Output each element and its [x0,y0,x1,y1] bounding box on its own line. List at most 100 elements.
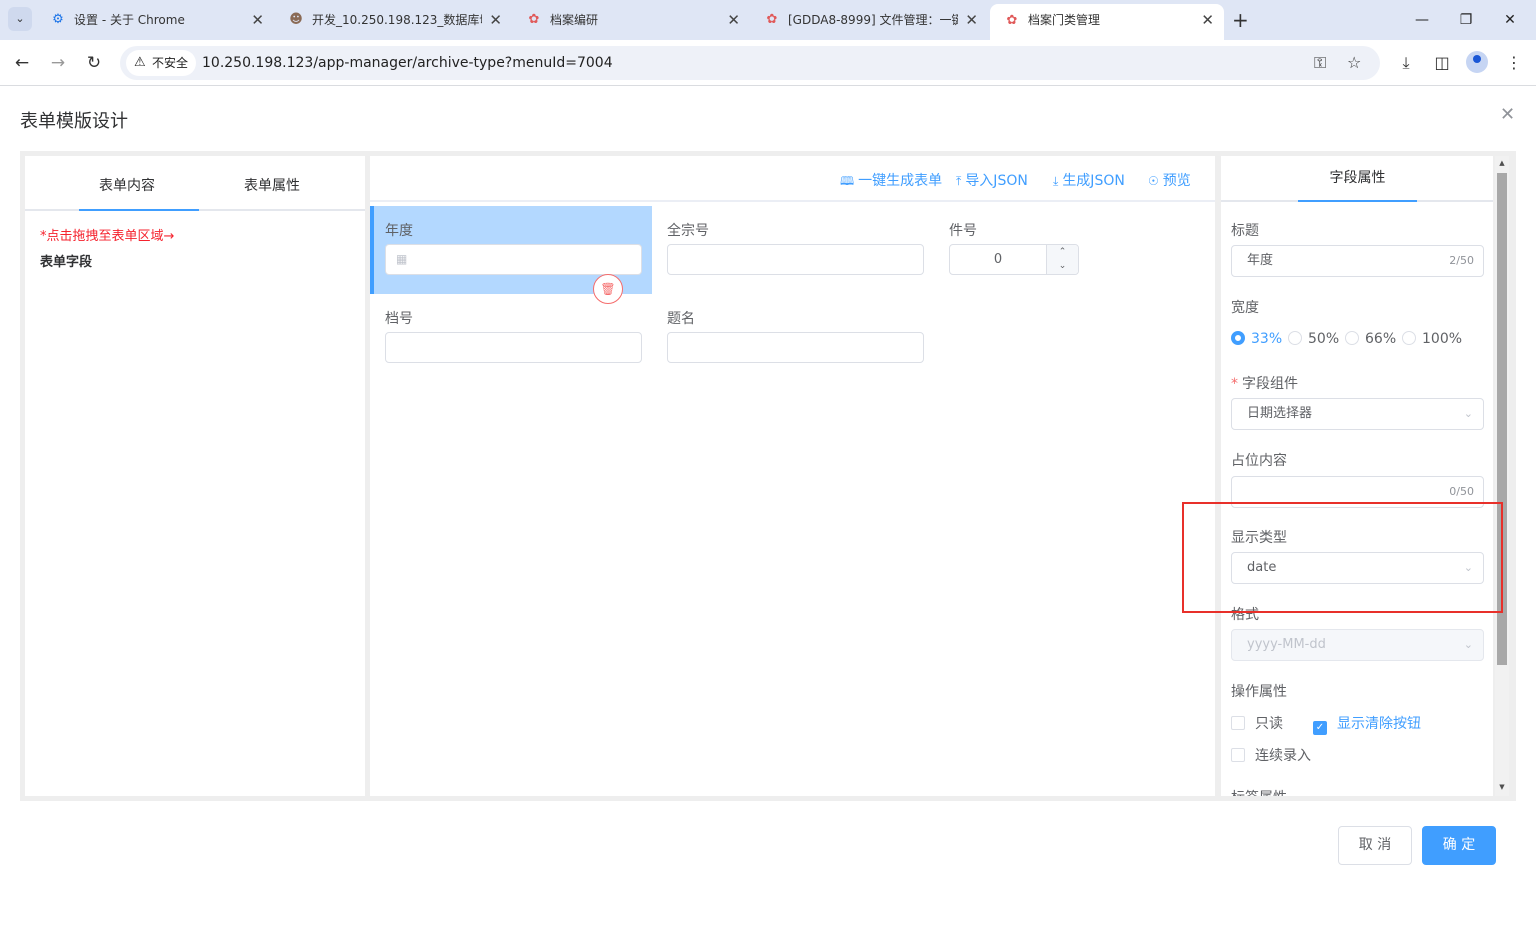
component-label: * 字段组件 [1231,376,1298,392]
radio-dot [1231,331,1245,345]
generate-form-button[interactable]: 🕮 一键生成表单 [840,170,942,193]
tab-title: 开发_10.250.198.123_数据库切 [312,13,482,27]
text-input[interactable] [667,332,924,363]
title-value: 年度 [1247,253,1274,268]
warning-icon: ⚠ [134,55,146,70]
app-logo-icon: ✿ [766,12,778,27]
tab-title: 设置 - 关于 Chrome [74,13,185,27]
stepper-value: 0 [993,252,1003,267]
browser-tab-archive-category[interactable]: ✿ 档案门类管理 ✕ [990,4,1224,40]
width-radio-50[interactable]: 50% [1288,331,1339,347]
browser-tab-settings[interactable]: ⚙ 设置 - 关于 Chrome ✕ [36,0,274,40]
decrease-icon[interactable]: ⌄ [1046,259,1078,274]
key-icon[interactable]: ⚿ [1314,53,1326,73]
check-icon: ✓ [1313,721,1327,735]
reload-icon[interactable]: ↻ [82,51,106,75]
import-json-button[interactable]: ⤒ 导入JSON [956,170,1028,190]
active-tab-indicator [79,209,199,211]
tab-form-properties[interactable]: 表单属性 [197,156,347,211]
canvas-toolbar: 🕮 一键生成表单 ⤒ 导入JSON ⤓ 生成JSON ☉ 预览 [370,156,1215,202]
star-icon[interactable]: ☆ [1347,53,1361,73]
number-stepper[interactable]: 0 ⌃ ⌄ [949,244,1079,275]
checkbox-box [1231,716,1245,730]
tab-search-chevron-icon[interactable]: ⌄ [8,7,32,31]
app-logo-icon: ✿ [1006,13,1018,28]
tab-title: 档案门类管理 [1028,13,1101,27]
radio-dot [1345,331,1359,345]
field-label: 全宗号 [667,223,709,239]
preview-button[interactable]: ☉ 预览 [1148,170,1191,190]
profile-avatar[interactable] [1466,51,1488,73]
close-icon[interactable]: ✕ [1500,104,1515,125]
menu-icon[interactable]: ⋮ [1502,51,1526,75]
download-icon[interactable]: ⤓ [1394,51,1418,75]
properties-scrollbar[interactable]: ▲ ▼ [1495,156,1509,796]
field-label: 件号 [949,223,977,239]
width-radio-33[interactable]: 33% [1231,331,1282,347]
continuous-entry-checkbox[interactable]: 连续录入 [1231,745,1311,765]
required-mark: * [1231,376,1238,392]
form-item-year[interactable]: 年度 ▦ 🗑 [370,206,652,304]
form-item-fonds[interactable]: 全宗号 [652,206,934,294]
address-bar[interactable]: ⚠ 不安全 10.250.198.123/app-manager/archive… [120,46,1380,80]
title-label: 标题 [1231,223,1259,239]
browser-tab-strip: ⌄ ⚙ 设置 - 关于 Chrome ✕ ☻ 开发_10.250.198.123… [0,0,1536,40]
back-icon[interactable]: ← [10,51,34,75]
browser-tab-gdda[interactable]: ✿ [GDDA8-8999] 文件管理：一键 ✕ [750,0,988,40]
component-value: 日期选择器 [1247,406,1313,421]
book-icon: 🕮 [840,174,855,188]
minimize-icon[interactable]: — [1402,0,1442,40]
tag-properties-label: 标签属性 [1231,787,1287,796]
scroll-down-icon[interactable]: ▼ [1495,780,1509,794]
close-icon[interactable]: ✕ [965,0,978,40]
scroll-up-icon[interactable]: ▲ [1495,156,1509,170]
tab-field-properties[interactable]: 字段属性 [1298,156,1417,202]
gear-icon: ⚙ [52,12,64,27]
radio-dot [1288,331,1302,345]
eye-icon: ☉ [1148,174,1159,188]
field-properties-panel: 字段属性 标题 年度 2/50 宽度 33% 50% 66% 100% * 字段组… [1221,156,1493,796]
cancel-button[interactable]: 取 消 [1338,826,1412,865]
component-select[interactable]: 日期选择器 ⌄ [1231,398,1484,430]
radio-dot [1402,331,1416,345]
generate-json-button[interactable]: ⤓ 生成JSON [1053,170,1125,190]
side-panel-icon[interactable]: ◫ [1430,51,1454,75]
browser-tab-database[interactable]: ☻ 开发_10.250.198.123_数据库切 ✕ [274,0,512,40]
confirm-button[interactable]: 确 定 [1422,826,1496,865]
close-icon[interactable]: ✕ [489,0,502,40]
tab-title: 档案编研 [550,13,599,27]
form-item-subject[interactable]: 题名 [652,294,934,382]
url-text[interactable]: 10.250.198.123/app-manager/archive-type?… [202,46,613,80]
tab-title: [GDDA8-8999] 文件管理：一键 [788,13,958,27]
app-logo-icon: ✿ [528,12,540,27]
field-label: 档号 [385,311,413,327]
security-chip[interactable]: ⚠ 不安全 [126,50,197,76]
close-icon[interactable]: ✕ [251,0,264,40]
close-icon[interactable]: ✕ [727,0,740,40]
width-label: 宽度 [1231,300,1259,316]
clearable-checkbox[interactable]: ✓ 显示清除按钮 [1313,713,1421,735]
restore-icon[interactable]: ❐ [1446,0,1486,40]
browser-tab-archive-research[interactable]: ✿ 档案编研 ✕ [512,0,750,40]
char-counter: 2/50 [1449,254,1474,267]
placeholder-label: 占位内容 [1231,453,1287,469]
forward-icon[interactable]: → [46,51,70,75]
width-radio-100[interactable]: 100% [1402,331,1462,347]
width-radio-66[interactable]: 66% [1345,331,1396,347]
text-input[interactable] [667,244,924,275]
format-select[interactable]: yyyy-MM-dd ⌄ [1231,629,1484,661]
close-icon[interactable]: ✕ [1201,4,1214,36]
window-close-icon[interactable]: ✕ [1490,0,1530,40]
tab-form-content[interactable]: 表单内容 [52,156,202,211]
highlight-annotation-box [1182,502,1503,613]
readonly-checkbox[interactable]: 只读 [1231,713,1283,733]
left-panel: 表单内容 表单属性 *点击拖拽至表单区域→ 表单字段 [25,156,365,796]
new-tab-icon[interactable]: + [1232,8,1249,32]
date-input[interactable]: ▦ [385,244,642,275]
increase-icon[interactable]: ⌃ [1046,245,1078,260]
text-input[interactable] [385,332,642,363]
title-input[interactable]: 年度 2/50 [1231,245,1484,277]
form-item-file-no[interactable]: 档号 [370,294,652,382]
security-label: 不安全 [152,56,189,70]
form-item-piece[interactable]: 件号 0 ⌃ ⌄ [934,206,1216,294]
